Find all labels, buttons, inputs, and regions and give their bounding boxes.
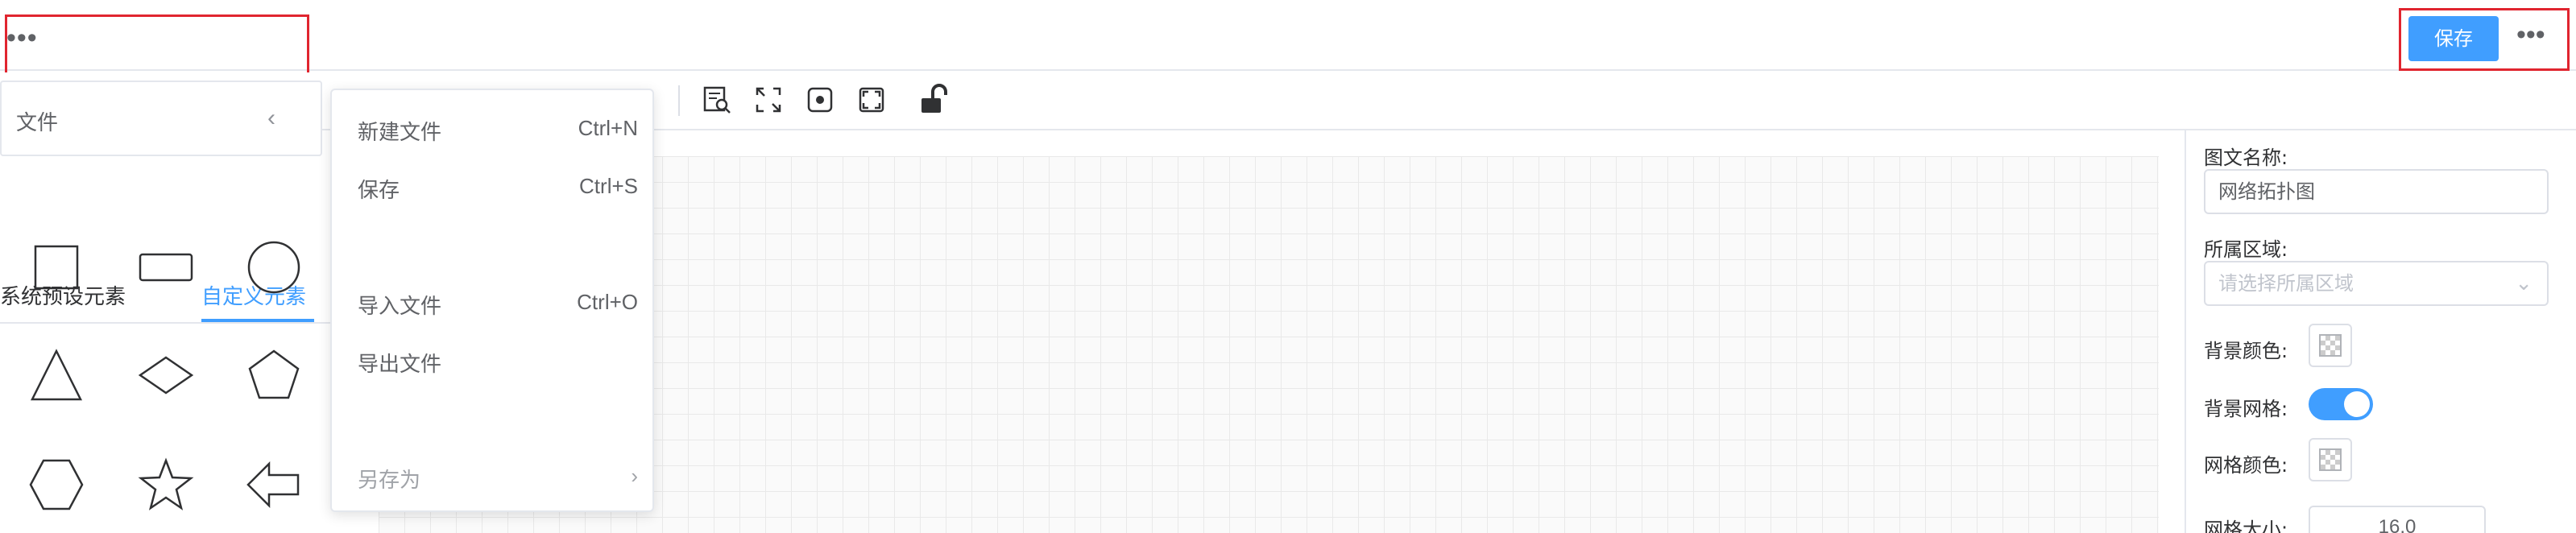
fullscreen-icon[interactable] [752,84,785,116]
file-menu-label: 文件 [16,111,59,135]
color-swatch-icon [2319,448,2342,471]
grid-size-label: 网格大小: [2204,519,2288,533]
shape-hexagon[interactable] [24,452,89,517]
unlock-icon[interactable] [918,84,950,116]
shape-pentagon[interactable] [242,343,306,407]
file-menu[interactable]: 文件 ‹ [0,81,322,156]
shape-square[interactable] [24,235,89,300]
grid-size-stepper[interactable]: 16.0 [2309,506,2486,533]
fit-view-icon[interactable] [855,84,888,116]
bg-grid-label: 背景网格: [2204,398,2288,420]
diagram-name-label: 图文名称: [2204,147,2288,169]
chevron-down-icon: ⌄ [2515,271,2533,295]
menu-item-save[interactable]: 保存 Ctrl+S [348,166,638,206]
bg-color-label: 背景颜色: [2204,340,2288,362]
shape-left-arrow[interactable] [242,452,306,517]
properties-panel: 图文名称: 网络拓扑图 所属区域: 请选择所属区域 ⌄ 背景颜色: 背景网格: … [2185,130,2576,533]
shape-triangle[interactable] [24,343,89,407]
menu-item-new-file[interactable]: 新建文件 Ctrl+N [348,108,638,148]
region-label: 所属区域: [2204,238,2288,261]
menu-item-save-as[interactable]: 另存为 › [348,456,638,496]
shape-star[interactable] [134,452,198,517]
element-palette: 系统预设元素 自定义元素 文件 ‹ [0,81,371,533]
bg-grid-toggle[interactable] [2309,388,2373,420]
menu-item-export-file[interactable]: 导出文件 [348,340,638,380]
grid-color-picker[interactable] [2309,438,2352,481]
region-placeholder: 请选择所属区域 [2218,272,2354,295]
chevron-left-icon: ‹ [267,105,275,131]
center-icon[interactable] [804,84,836,116]
chevron-right-icon: › [631,464,638,488]
file-submenu: 新建文件 Ctrl+N 保存 Ctrl+S 导入文件 Ctrl+O 导出文件 另… [330,89,654,512]
bg-color-picker[interactable] [2309,324,2352,367]
diagram-name-input[interactable]: 网络拓扑图 [2204,169,2549,214]
shape-rectangle[interactable] [134,235,198,300]
grid-color-label: 网格颜色: [2204,454,2288,477]
tabs-divider [0,322,371,324]
highlight-box-right [2399,8,2570,71]
region-select[interactable]: 请选择所属区域 ⌄ [2204,261,2549,306]
menu-item-import-file[interactable]: 导入文件 Ctrl+O [348,282,638,322]
color-swatch-icon [2319,334,2342,357]
toolbar-divider [678,85,680,116]
zoom-to-fit-icon[interactable] [701,84,733,116]
toggle-knob [2344,391,2370,417]
shape-circle[interactable] [242,235,306,300]
top-bar: ••• 保存 ••• [0,0,2576,71]
shape-diamond[interactable] [134,343,198,407]
